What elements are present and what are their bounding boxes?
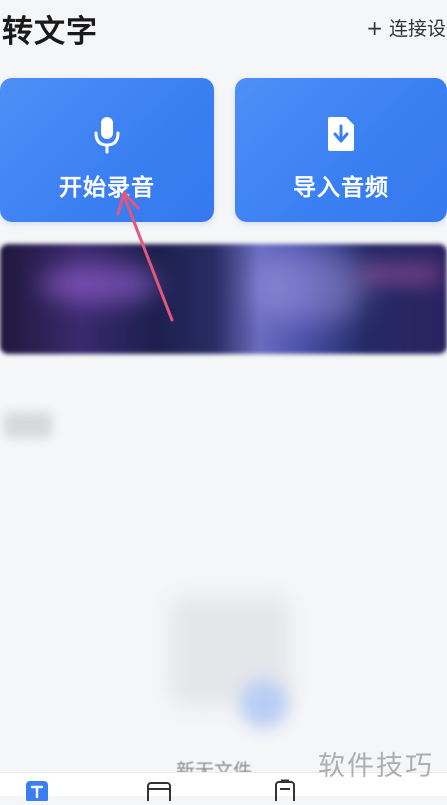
start-recording-button[interactable]: 开始录音: [0, 78, 214, 222]
banner-glow: [360, 264, 440, 284]
import-file-icon: [235, 116, 447, 154]
promo-banner[interactable]: [0, 244, 447, 354]
empty-state-illustration-dot: [240, 680, 288, 728]
watermark: 软件技巧: [318, 751, 434, 782]
tab-video-icon[interactable]: [146, 779, 172, 804]
connect-device-label: 连接设备: [388, 18, 447, 40]
header: 转文字 +连接设备: [0, 0, 447, 60]
microphone-icon: [0, 116, 214, 154]
connect-device-button[interactable]: +连接设备: [366, 14, 447, 41]
import-audio-label: 导入音频: [293, 175, 389, 201]
plus-icon: +: [366, 16, 383, 40]
section-heading-blurred: [4, 412, 52, 438]
banner-glow: [255, 252, 365, 322]
tab-transcribe-icon[interactable]: [24, 779, 50, 803]
tab-notes-icon[interactable]: [272, 779, 298, 805]
banner-glow: [40, 264, 160, 304]
start-recording-label: 开始录音: [59, 175, 155, 201]
import-audio-button[interactable]: 导入音频: [235, 78, 447, 222]
page-title: 转文字: [2, 14, 98, 50]
